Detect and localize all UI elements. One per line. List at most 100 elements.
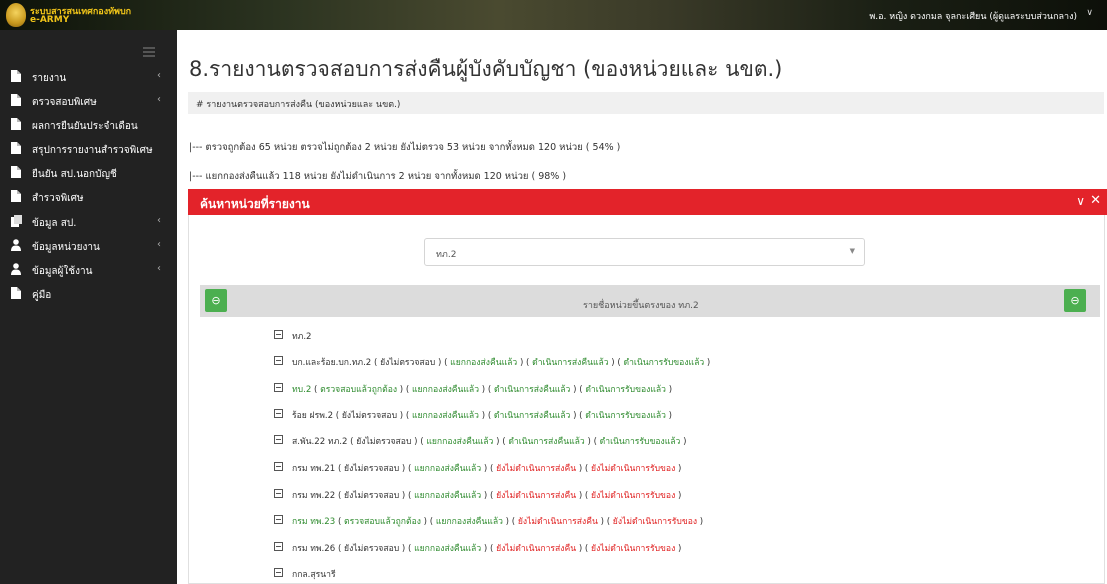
unit-tree-text: กรม ทพ.26 ( ยังไม่ตรวจสอบ ) ( แยกกองส่งค… — [292, 544, 682, 554]
sidebar-item[interactable]: สรุปการรายงานสำรวจพิเศษ — [0, 140, 177, 158]
unit-name[interactable]: กรม ทพ.21 — [292, 464, 335, 474]
sidebar-item-label: ข้อมูลหน่วยงาน — [32, 242, 100, 253]
unit-tree-text: กรม ทพ.23 ( ตรวจสอบแล้วถูกต้อง ) ( แยกกอ… — [292, 517, 704, 527]
sidebar-item-label: ผลการยืนยันประจำเดือน — [32, 121, 138, 132]
sidebar-item[interactable]: คู่มือ — [0, 285, 177, 303]
sidebar-item[interactable]: ตรวจสอบพิเศษ ‹ — [0, 92, 177, 110]
breadcrumb: # รายงานตรวจสอบการส่งคืน (ของหน่วยและ นข… — [188, 92, 1104, 114]
collapse-all-button[interactable]: ⊖ — [205, 289, 227, 312]
collapse-toggle-icon[interactable] — [274, 542, 283, 551]
document-icon — [11, 118, 21, 130]
unit-status: ดำเนินการส่งคืนแล้ว — [532, 358, 609, 368]
top-bar: ระบบสารสนเทศกองทัพบก e-ARMY พ.อ. หญิง ดว… — [0, 0, 1107, 30]
unit-tree-text: บก.และร้อย.บก.ทภ.2 ( ยังไม่ตรวจสอบ ) ( แ… — [292, 358, 711, 368]
search-panel-header: ค้นหาหน่วยที่รายงาน ∨ ✕ — [188, 189, 1107, 215]
document-icon — [11, 190, 21, 202]
user-icon — [11, 263, 21, 275]
unit-status: แยกกองส่งคืนแล้ว — [414, 544, 482, 554]
sidebar-item[interactable]: ผลการยืนยันประจำเดือน — [0, 116, 177, 134]
unit-name[interactable]: บก.และร้อย.บก.ทภ.2 — [292, 358, 371, 368]
collapse-toggle-icon[interactable] — [274, 383, 283, 392]
sidebar-item-label: รายงาน — [32, 73, 67, 84]
unit-status: แยกกองส่งคืนแล้ว — [450, 358, 518, 368]
sidebar-item[interactable]: ยืนยัน สป.นอกบัญชี — [0, 164, 177, 182]
sidebar: รายงาน ‹ ตรวจสอบพิเศษ ‹ ผลการยืนยันประจำเดือ… — [0, 30, 177, 584]
unit-tree-text: ส.พัน.22 ทภ.2 ( ยังไม่ตรวจสอบ ) ( แยกกอง… — [292, 437, 687, 447]
sidebar-toggle-icon[interactable] — [143, 47, 155, 58]
unit-name[interactable]: ทบ.2 — [292, 385, 311, 395]
collapse-toggle-icon[interactable] — [274, 330, 283, 339]
unit-select[interactable]: ทภ.2 ▼ — [424, 238, 865, 266]
document-icon — [11, 166, 21, 178]
unit-name[interactable]: กรม ทพ.22 — [292, 491, 335, 501]
summary-return: |--- แยกกองส่งคืนแล้ว 118 หน่วย ยังไม่ดำ… — [189, 171, 567, 182]
search-panel-body — [188, 215, 1105, 584]
collapse-toggle-icon[interactable] — [274, 356, 283, 365]
unit-status: ดำเนินการรับของแล้ว — [623, 358, 705, 368]
unit-status: ยังไม่ดำเนินการรับของ — [591, 544, 676, 554]
collapse-toggle-icon[interactable] — [274, 489, 283, 498]
unit-status: ยังไม่ดำเนินการรับของ — [612, 517, 698, 527]
unit-tree-text: กรม ทพ.21 ( ยังไม่ตรวจสอบ ) ( แยกกองส่งค… — [292, 464, 682, 474]
unit-name[interactable]: ร้อย ฝรพ.2 — [292, 411, 333, 421]
unit-name[interactable]: กกล.สุรนารี — [292, 570, 336, 580]
unit-tree-text: ร้อย ฝรพ.2 ( ยังไม่ตรวจสอบ ) ( แยกกองส่ง… — [292, 411, 673, 421]
sidebar-item[interactable]: สำรวจพิเศษ — [0, 188, 177, 206]
close-icon[interactable]: ✕ — [1090, 193, 1101, 208]
army-emblem-icon — [6, 3, 26, 27]
unit-status: ตรวจสอบแล้วถูกต้อง — [320, 385, 398, 395]
unit-status: แยกกองส่งคืนแล้ว — [411, 385, 480, 395]
unit-status: แยกกองส่งคืนแล้ว — [414, 491, 482, 501]
user-caret-icon[interactable]: ∨ — [1086, 8, 1093, 18]
collapse-toggle-icon[interactable] — [274, 462, 283, 471]
panel-title: ค้นหาหน่วยที่รายงาน — [200, 197, 310, 211]
sidebar-item[interactable]: รายงาน ‹ — [0, 68, 177, 86]
unit-status: ยังไม่ตรวจสอบ — [356, 437, 412, 447]
unit-status: ยังไม่ดำเนินการรับของ — [591, 464, 676, 474]
collapse-toggle-icon[interactable] — [274, 435, 283, 444]
chevron-left-icon: ‹ — [157, 239, 161, 250]
unit-name[interactable]: กรม ทพ.26 — [292, 544, 335, 554]
summary-inspection: |--- ตรวจถูกต้อง 65 หน่วย ตรวจไม่ถูกต้อง… — [189, 142, 621, 153]
brand-subtitle: e-ARMY — [30, 15, 70, 25]
unit-name[interactable]: กรม ทพ.23 — [292, 517, 335, 527]
unit-name[interactable]: ส.พัน.22 ทภ.2 — [292, 437, 347, 447]
chevron-left-icon: ‹ — [157, 263, 161, 274]
unit-status: ยังไม่ดำเนินการรับของ — [591, 491, 676, 501]
unit-status: แยกกองส่งคืนแล้ว — [435, 517, 503, 527]
collapse-toggle-icon[interactable] — [274, 568, 283, 577]
copy-icon — [11, 215, 22, 227]
user-menu[interactable]: พ.อ. หญิง ดวงกมล จุลกะเศียน (ผู้ดูแลระบบ… — [869, 9, 1077, 23]
collapse-icon[interactable]: ∨ — [1076, 194, 1085, 208]
unit-status: ดำเนินการรับของแล้ว — [585, 385, 666, 395]
unit-status: ยังไม่ดำเนินการส่งคืน — [496, 464, 577, 474]
unit-status: ยังไม่ดำเนินการส่งคืน — [496, 491, 577, 501]
unit-status: ยังไม่ดำเนินการส่งคืน — [517, 517, 598, 527]
unit-status: ยังไม่ดำเนินการส่งคืน — [496, 544, 577, 554]
sidebar-item-label: ตรวจสอบพิเศษ — [32, 97, 97, 108]
sidebar-item-label: คู่มือ — [32, 290, 52, 301]
unit-tree-text: ทบ.2 ( ตรวจสอบแล้วถูกต้อง ) ( แยกกองส่งค… — [292, 385, 673, 395]
unit-status: ยังไม่ตรวจสอบ — [380, 358, 436, 368]
unit-status: ยังไม่ตรวจสอบ — [341, 411, 398, 421]
sidebar-item[interactable]: ข้อมูล สป. ‹ — [0, 213, 177, 231]
sidebar-item-label: ยืนยัน สป.นอกบัญชี — [32, 169, 117, 180]
page-title: 8.รายงานตรวจสอบการส่งคืนผู้บังคับบัญชา (… — [189, 57, 783, 81]
expand-all-button[interactable]: ⊖ — [1064, 289, 1086, 312]
collapse-toggle-icon[interactable] — [274, 515, 283, 524]
unit-status: ยังไม่ตรวจสอบ — [344, 544, 400, 554]
dropdown-arrow-icon: ▼ — [849, 247, 855, 255]
unit-list-header: ⊖ รายชื่อหน่วยขึ้นตรงของ ทภ.2 ⊖ — [200, 285, 1100, 317]
document-icon — [11, 70, 21, 82]
unit-name[interactable]: ทภ.2 — [292, 332, 312, 342]
unit-status: ดำเนินการส่งคืนแล้ว — [508, 437, 585, 447]
chevron-left-icon: ‹ — [157, 215, 161, 226]
unit-status: แยกกองส่งคืนแล้ว — [414, 464, 482, 474]
collapse-toggle-icon[interactable] — [274, 409, 283, 418]
unit-status: ยังไม่ตรวจสอบ — [344, 491, 400, 501]
sidebar-item[interactable]: ข้อมูลหน่วยงาน ‹ — [0, 237, 177, 255]
breadcrumb-text[interactable]: # รายงานตรวจสอบการส่งคืน (ของหน่วยและ นข… — [196, 97, 400, 111]
unit-tree-text: กกล.สุรนารี — [292, 567, 336, 581]
sidebar-item-label: ข้อมูล สป. — [32, 218, 77, 229]
sidebar-item[interactable]: ข้อมูลผู้ใช้งาน ‹ — [0, 261, 177, 279]
